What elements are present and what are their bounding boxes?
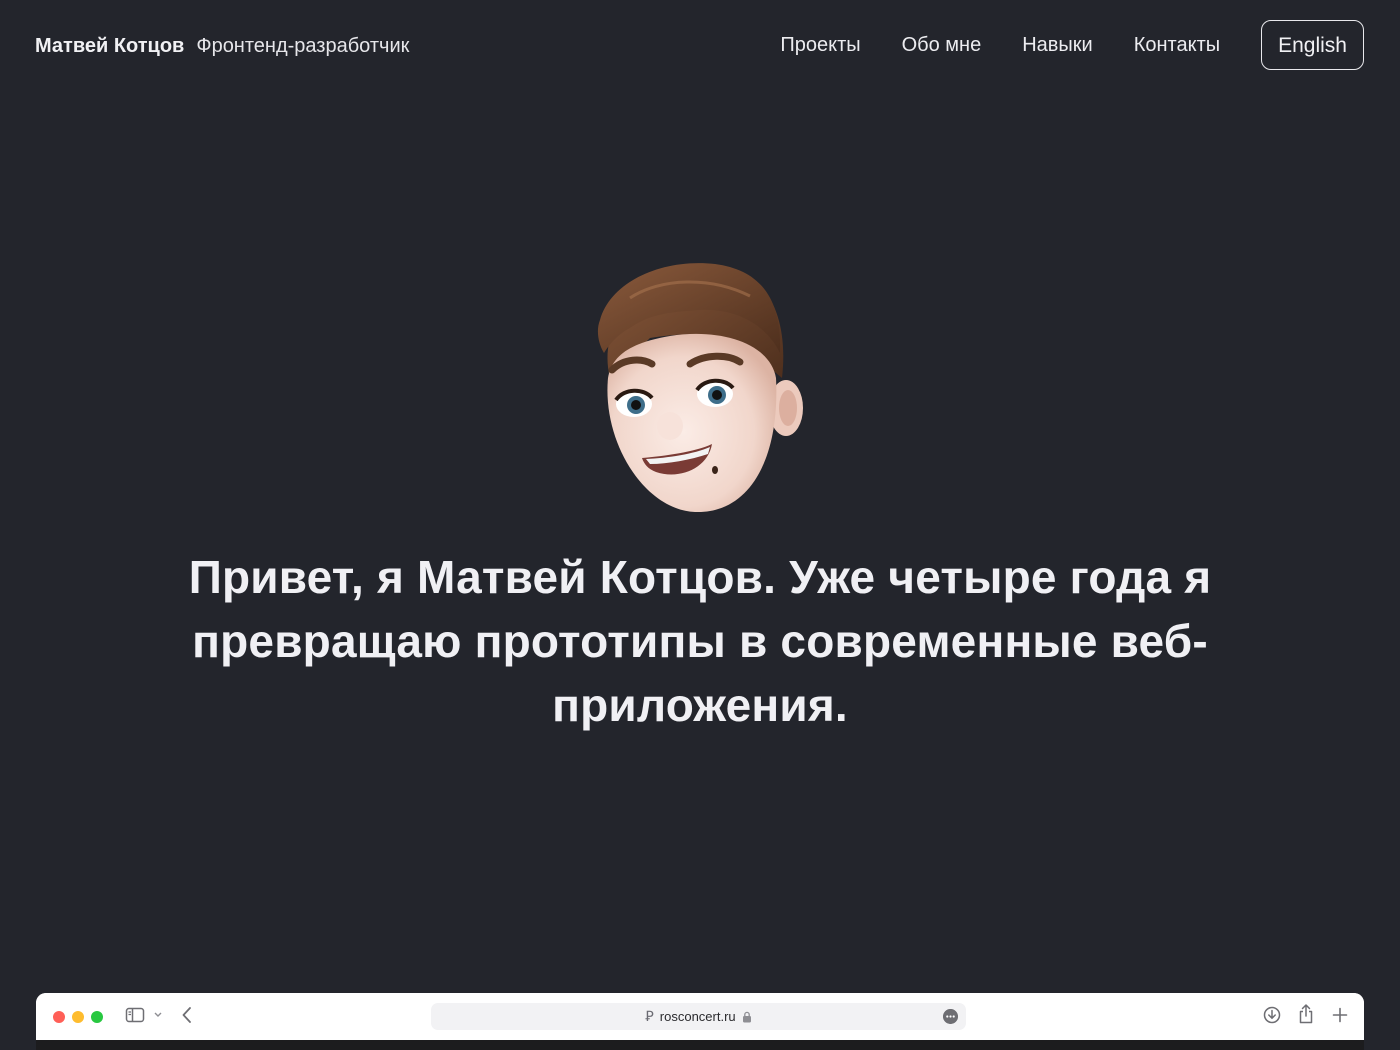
hero-heading: Привет, я Матвей Котцов. Уже четыре года… — [188, 551, 1212, 731]
brand-name: Матвей Котцов — [35, 35, 185, 57]
chevron-down-icon[interactable] — [153, 1011, 163, 1019]
lock-icon — [742, 1011, 751, 1022]
download-icon[interactable] — [1262, 1005, 1282, 1025]
site-favicon-icon: Ꝑ — [645, 1008, 654, 1025]
site-header: Матвей Котцов Фронтенд-разработчик Проек… — [0, 0, 1400, 92]
window-close-button[interactable] — [53, 1011, 65, 1023]
browser-window-preview: Ꝑ rosconcert.ru — [36, 993, 1364, 1050]
nav-link-about[interactable]: Обо мне — [902, 32, 982, 58]
back-icon[interactable] — [180, 1005, 194, 1025]
browser-content-edge — [36, 1040, 1364, 1050]
browser-toolbar: Ꝑ rosconcert.ru — [36, 993, 1364, 1040]
nav-link-projects[interactable]: Проекты — [780, 32, 860, 58]
share-icon[interactable] — [1297, 1003, 1315, 1025]
sidebar-icon[interactable] — [125, 1005, 145, 1025]
memoji-avatar-icon — [597, 263, 803, 513]
language-switch-button[interactable]: English — [1261, 20, 1364, 70]
main-nav: Проекты Обо мне Навыки Контакты English — [780, 20, 1364, 70]
more-icon[interactable] — [943, 1009, 958, 1024]
address-content: Ꝑ rosconcert.ru — [431, 1003, 966, 1030]
url-text: rosconcert.ru — [659, 1009, 736, 1024]
brand-role: Фронтенд-разработчик — [196, 35, 410, 57]
right-pupil — [712, 390, 722, 400]
window-zoom-button[interactable] — [91, 1011, 103, 1023]
nav-link-contacts[interactable]: Контакты — [1134, 32, 1220, 58]
address-bar[interactable]: Ꝑ rosconcert.ru — [431, 1003, 966, 1030]
window-minimize-button[interactable] — [72, 1011, 84, 1023]
left-pupil — [631, 400, 641, 410]
nav-link-skills[interactable]: Навыки — [1022, 32, 1093, 58]
plus-icon[interactable] — [1331, 1005, 1349, 1025]
nose-shape — [657, 412, 683, 440]
mole-shape — [712, 466, 718, 474]
brand[interactable]: Матвей Котцов Фронтенд-разработчик — [35, 33, 409, 59]
portfolio-page: Матвей Котцов Фронтенд-разработчик Проек… — [0, 0, 1400, 1050]
ear-inner-shape — [779, 390, 797, 426]
